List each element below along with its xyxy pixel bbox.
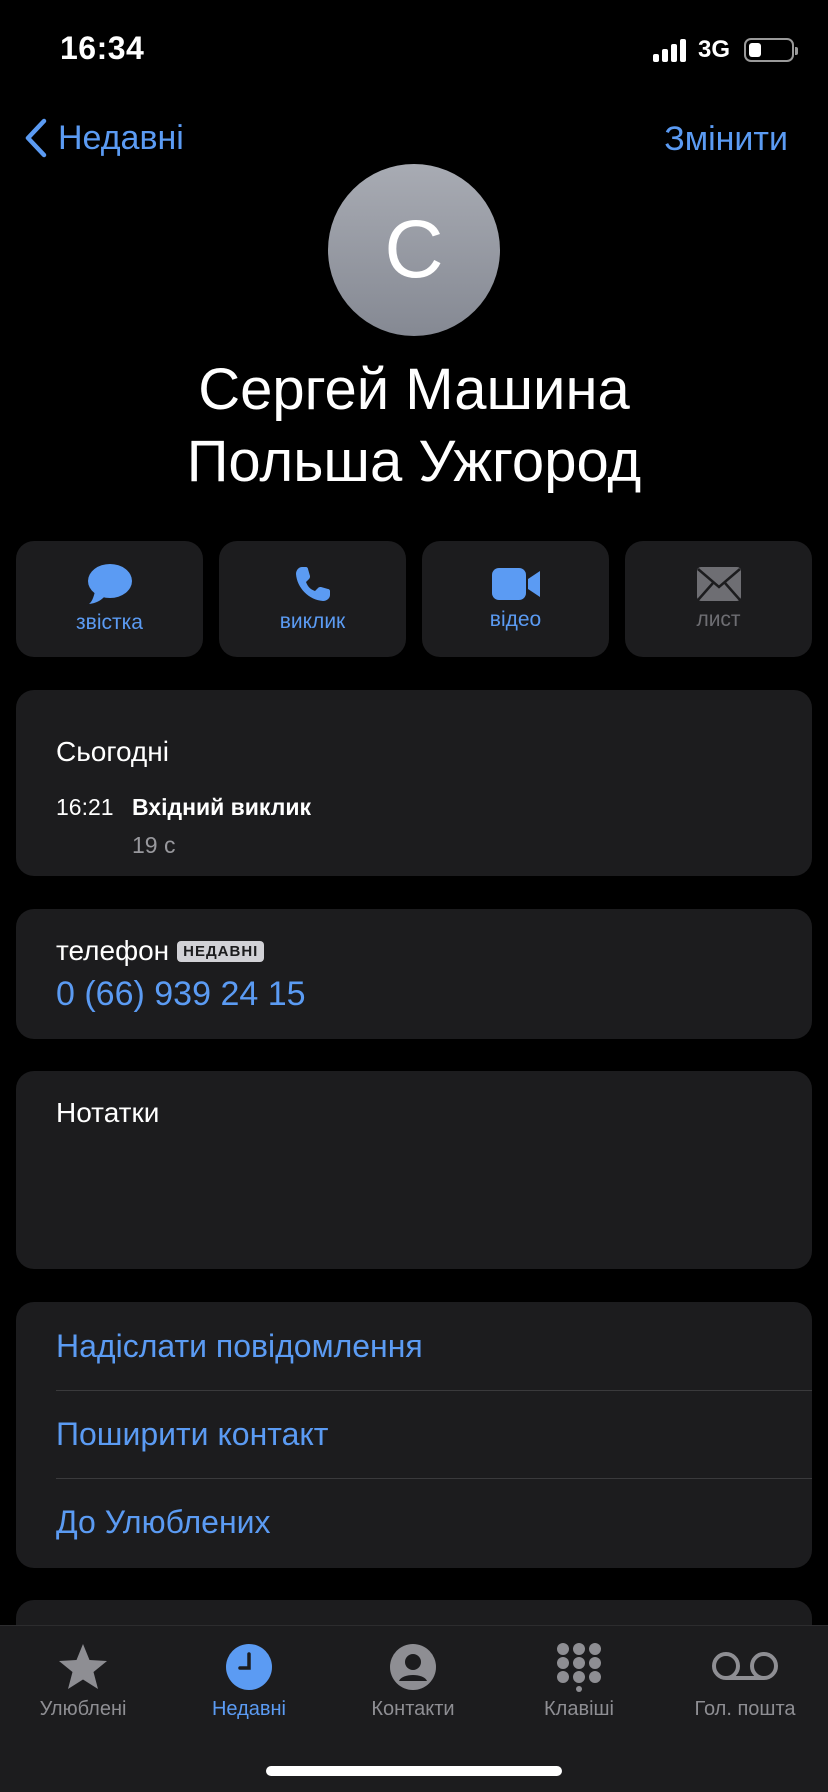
message-action-button[interactable]: звістка [16,541,203,657]
history-call-time: 16:21 [56,794,114,820]
share-contact-link[interactable]: Поширити контакт [56,1390,812,1478]
cellular-signal-icon [652,38,686,62]
tab-favorites-label: Улюблені [39,1698,127,1720]
status-indicators: 3G [652,36,798,64]
send-message-link[interactable]: Надіслати повідомлення [56,1302,812,1390]
tab-recents[interactable]: Недавні [166,1626,332,1736]
phone-icon [295,567,330,601]
clock-icon [226,1644,272,1690]
video-action-label: відео [489,608,542,631]
contact-name: Сергей Машина [198,357,630,422]
tab-contacts[interactable]: Контакти [330,1626,496,1736]
tab-voicemail-label: Гол. пошта [694,1698,796,1720]
call-action-label: виклик [279,610,346,633]
video-action-button[interactable]: відео [422,541,609,657]
avatar-initial: С [384,204,444,295]
call-action-button[interactable]: виклик [219,541,406,657]
notes-card[interactable]: Нотатки [16,1071,812,1269]
home-indicator[interactable] [266,1766,562,1776]
history-call-duration: 19 с [132,832,176,858]
chevron-left-icon [25,118,47,158]
battery-level-fill [749,43,761,57]
phone-number-link[interactable]: 0 (66) 939 24 15 [56,975,306,1014]
message-bubble-icon [87,564,132,604]
edit-button[interactable]: Змінити [664,120,788,159]
message-action-label: звістка [76,611,143,634]
status-time: 16:34 [60,30,145,66]
add-to-favorites-link[interactable]: До Улюблених [56,1478,812,1566]
back-button[interactable]: Недавні [24,118,184,158]
quick-actions: звістка виклик відео лист [16,541,812,657]
mail-envelope-icon [696,567,741,601]
notes-label: Нотатки [56,1097,160,1128]
tab-keypad[interactable]: Клавіші [496,1626,662,1736]
video-camera-icon [491,568,540,600]
phone-label-row: телефон НЕДАВНІ [56,935,265,967]
tab-favorites[interactable]: Улюблені [0,1626,166,1736]
network-type: 3G [697,36,730,63]
star-icon [59,1644,107,1689]
mail-action-label: лист [696,608,741,631]
tab-contacts-label: Контакти [371,1698,455,1720]
phone-card: телефон НЕДАВНІ 0 (66) 939 24 15 [16,909,812,1039]
contact-actions-list: Надіслати повідомлення Поширити контакт … [16,1302,812,1568]
person-circle-icon [390,1644,436,1690]
keypad-icon [557,1643,601,1692]
status-bar: 16:34 3G [0,0,828,100]
battery-icon [744,38,798,62]
avatar[interactable]: С [328,164,500,336]
back-button-label: Недавні [58,118,184,157]
tab-recents-label: Недавні [211,1698,287,1720]
history-date-heading: Сьогодні [56,736,169,767]
phone-label: телефон [56,935,170,966]
recent-badge: НЕДАВНІ [177,940,265,962]
voicemail-icon [712,1652,778,1680]
contact-name-secondary: Польша Ужгород [186,429,642,494]
call-history-card: Сьогодні 16:21 Вхідний виклик 19 с [16,690,812,876]
tab-voicemail[interactable]: Гол. пошта [662,1626,828,1736]
mail-action-button[interactable]: лист [625,541,812,657]
history-call-type: Вхідний виклик [132,794,311,820]
tab-keypad-label: Клавіші [544,1698,614,1720]
